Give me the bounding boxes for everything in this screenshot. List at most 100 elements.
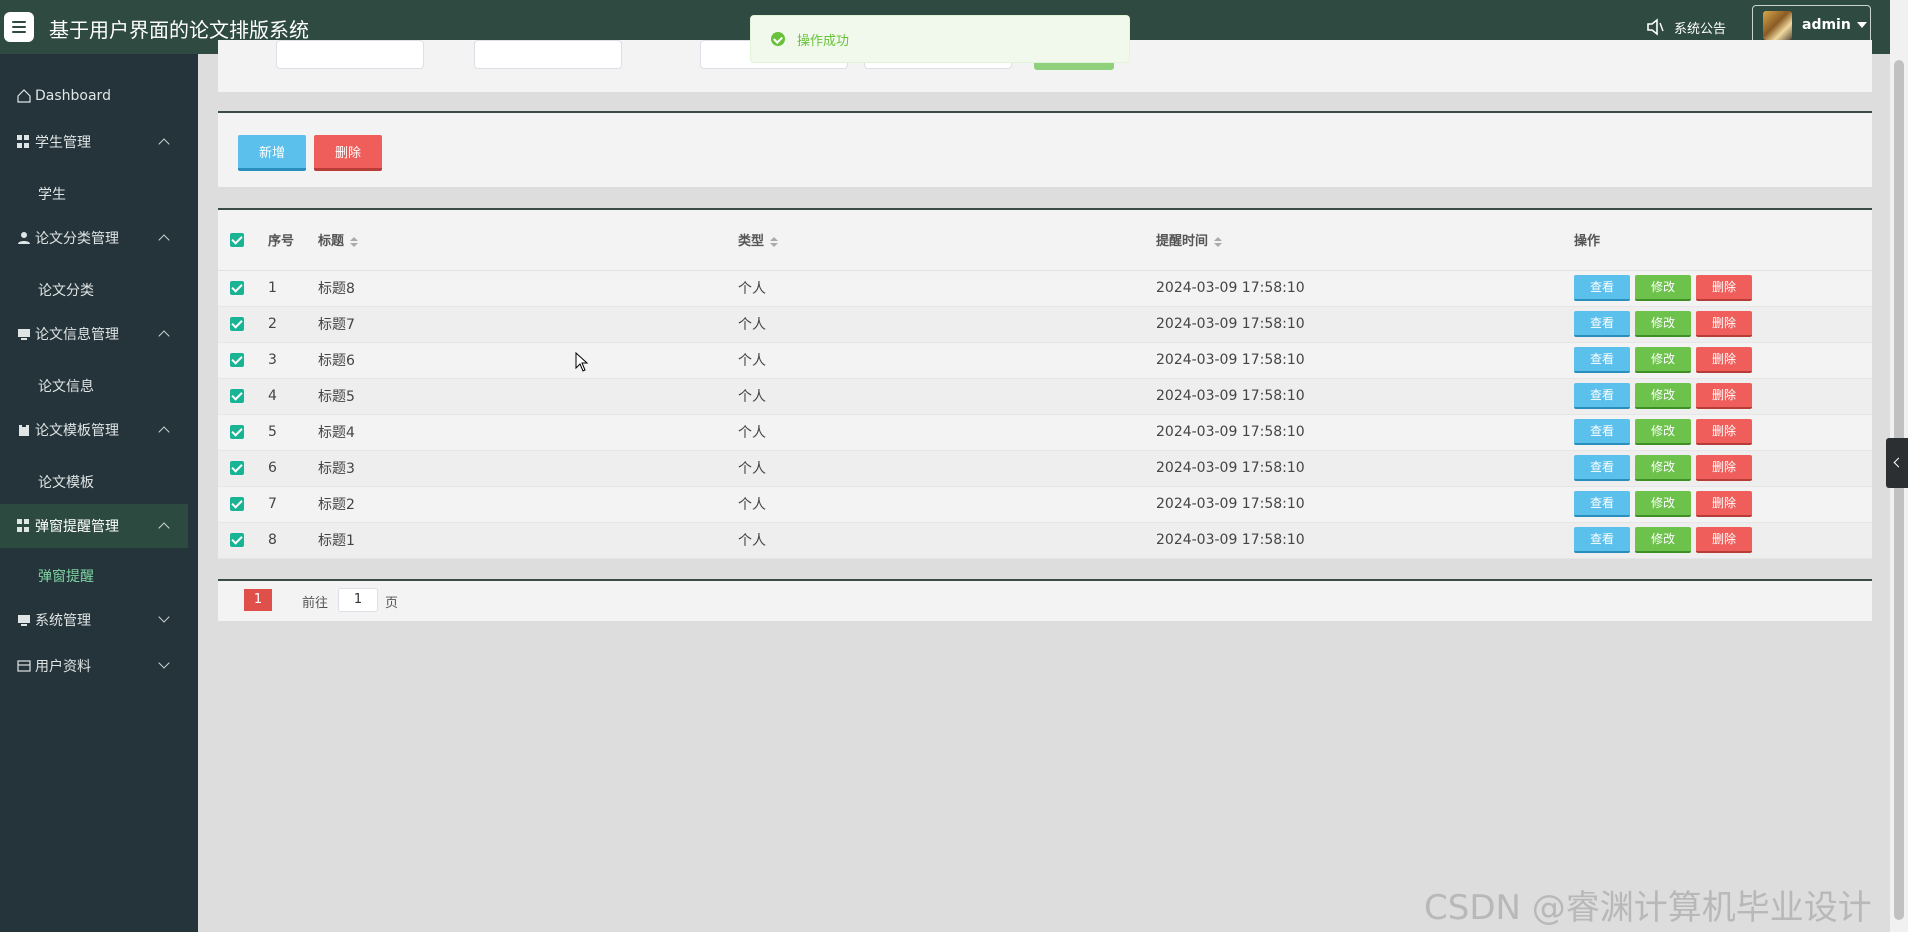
delete-button[interactable]: 删除 bbox=[1696, 527, 1752, 553]
cell-ops: 查看 修改 删除 bbox=[1574, 486, 1872, 523]
sidebar-item-label: 论文分类管理 bbox=[35, 231, 119, 247]
table-row: 2 标题7 个人 2024-03-09 17:58:10 查看 修改 删除 bbox=[218, 306, 1872, 343]
header-type-label: 类型 bbox=[738, 234, 765, 250]
row-checkbox[interactable] bbox=[230, 317, 244, 331]
sidebar-item-template[interactable]: 论文模板 bbox=[0, 462, 188, 502]
table-row: 1 标题8 个人 2024-03-09 17:58:10 查看 修改 删除 bbox=[218, 270, 1872, 307]
cell-title: 标题3 bbox=[318, 450, 738, 487]
cell-ops: 查看 修改 删除 bbox=[1574, 306, 1872, 343]
table-row: 5 标题4 个人 2024-03-09 17:58:10 查看 修改 删除 bbox=[218, 414, 1872, 451]
menu-toggle-button[interactable] bbox=[4, 12, 34, 42]
toast-message: 操作成功 bbox=[797, 33, 850, 49]
cell-type: 个人 bbox=[738, 450, 1156, 487]
sidebar-item-category[interactable]: 论文分类 bbox=[0, 270, 188, 310]
edit-button[interactable]: 修改 bbox=[1635, 347, 1691, 373]
sidebar-item-dashboard[interactable]: Dashboard bbox=[0, 74, 188, 118]
sidebar-item-paper[interactable]: 论文信息 bbox=[0, 366, 188, 406]
table-row: 7 标题2 个人 2024-03-09 17:58:10 查看 修改 删除 bbox=[218, 486, 1872, 523]
cell-index: 3 bbox=[268, 342, 318, 379]
title-search-input[interactable] bbox=[276, 40, 424, 69]
page-number-current[interactable]: 1 bbox=[244, 589, 272, 611]
card-icon bbox=[17, 660, 31, 672]
cell-time: 2024-03-09 17:58:10 bbox=[1156, 414, 1574, 451]
sort-icon bbox=[1214, 236, 1223, 247]
sidebar-item-label: 论文信息管理 bbox=[35, 327, 119, 343]
sidebar-group-popups[interactable]: 弹窗提醒管理 bbox=[0, 504, 188, 548]
page-goto-input[interactable]: 1 bbox=[338, 588, 378, 612]
view-button[interactable]: 查看 bbox=[1574, 275, 1630, 301]
avatar bbox=[1763, 10, 1792, 40]
view-button[interactable]: 查看 bbox=[1574, 311, 1630, 337]
view-button[interactable]: 查看 bbox=[1574, 383, 1630, 409]
sidebar-item-label: 学生管理 bbox=[35, 135, 91, 151]
sidebar-group-categories[interactable]: 论文分类管理 bbox=[0, 216, 188, 260]
system-notice-link[interactable]: 系统公告 bbox=[1646, 15, 1726, 39]
select-all-checkbox[interactable] bbox=[230, 232, 244, 247]
goto-label: 前往 bbox=[302, 596, 329, 611]
sidebar-group-students[interactable]: 学生管理 bbox=[0, 120, 188, 164]
grid-icon bbox=[17, 519, 31, 533]
view-button[interactable]: 查看 bbox=[1574, 491, 1630, 517]
cell-index: 6 bbox=[268, 450, 318, 487]
delete-button[interactable]: 删除 bbox=[1696, 455, 1752, 481]
sidebar-item-popup-reminder[interactable]: 弹窗提醒 bbox=[0, 556, 188, 596]
header-title[interactable]: 标题 bbox=[318, 210, 738, 271]
view-button[interactable]: 查看 bbox=[1574, 347, 1630, 373]
edit-button[interactable]: 修改 bbox=[1635, 275, 1691, 301]
sidebar-group-templates[interactable]: 论文模板管理 bbox=[0, 408, 188, 452]
watermark: CSDN @睿渊计算机毕业设计 bbox=[1424, 888, 1872, 928]
cell-ops: 查看 修改 删除 bbox=[1574, 270, 1872, 307]
sidebar-group-system[interactable]: 系统管理 bbox=[0, 598, 188, 642]
view-button[interactable]: 查看 bbox=[1574, 527, 1630, 553]
cell-type: 个人 bbox=[738, 270, 1156, 307]
success-toast: 操作成功 bbox=[750, 15, 1130, 63]
cell-type: 个人 bbox=[738, 522, 1156, 559]
cell-type: 个人 bbox=[738, 306, 1156, 343]
batch-delete-button[interactable]: 删除 bbox=[314, 135, 382, 171]
cell-ops: 查看 修改 删除 bbox=[1574, 378, 1872, 415]
type-select[interactable] bbox=[474, 40, 622, 69]
delete-button[interactable]: 删除 bbox=[1696, 311, 1752, 337]
delete-button[interactable]: 删除 bbox=[1696, 419, 1752, 445]
edit-button[interactable]: 修改 bbox=[1635, 455, 1691, 481]
row-checkbox[interactable] bbox=[230, 281, 244, 295]
sidebar-group-profile[interactable]: 用户资料 bbox=[0, 644, 188, 688]
cell-index: 8 bbox=[268, 522, 318, 559]
delete-button[interactable]: 删除 bbox=[1696, 347, 1752, 373]
row-checkbox[interactable] bbox=[230, 353, 244, 367]
edit-button[interactable]: 修改 bbox=[1635, 383, 1691, 409]
cell-time: 2024-03-09 17:58:10 bbox=[1156, 486, 1574, 523]
speaker-icon bbox=[1647, 18, 1664, 36]
cell-time: 2024-03-09 17:58:10 bbox=[1156, 522, 1574, 559]
sidebar-item-student[interactable]: 学生 bbox=[0, 174, 188, 214]
view-button[interactable]: 查看 bbox=[1574, 455, 1630, 481]
view-button[interactable]: 查看 bbox=[1574, 419, 1630, 445]
monitor-icon bbox=[18, 329, 30, 340]
delete-button[interactable]: 删除 bbox=[1696, 491, 1752, 517]
edit-button[interactable]: 修改 bbox=[1635, 419, 1691, 445]
user-menu[interactable]: admin bbox=[1752, 5, 1871, 45]
sidebar-group-papers[interactable]: 论文信息管理 bbox=[0, 312, 188, 356]
monitor-icon bbox=[18, 615, 30, 626]
cell-index: 4 bbox=[268, 378, 318, 415]
sidebar: Dashboard 学生管理 学生 论文分类管理 论文分类 论文信息管理 论文信… bbox=[0, 54, 198, 932]
row-checkbox[interactable] bbox=[230, 425, 244, 439]
cell-time: 2024-03-09 17:58:10 bbox=[1156, 342, 1574, 379]
sort-icon bbox=[350, 236, 359, 247]
delete-button[interactable]: 删除 bbox=[1696, 383, 1752, 409]
header-type[interactable]: 类型 bbox=[738, 210, 1156, 271]
edit-button[interactable]: 修改 bbox=[1635, 527, 1691, 553]
caret-down-icon bbox=[1856, 22, 1867, 28]
edit-button[interactable]: 修改 bbox=[1635, 491, 1691, 517]
cell-ops: 查看 修改 删除 bbox=[1574, 342, 1872, 379]
edit-button[interactable]: 修改 bbox=[1635, 311, 1691, 337]
add-button[interactable]: 新增 bbox=[238, 135, 306, 171]
row-checkbox[interactable] bbox=[230, 533, 244, 547]
header-time[interactable]: 提醒时间 bbox=[1156, 210, 1574, 271]
scroll-thumb[interactable] bbox=[1894, 60, 1904, 920]
row-checkbox[interactable] bbox=[230, 461, 244, 475]
delete-button[interactable]: 删除 bbox=[1696, 275, 1752, 301]
row-checkbox[interactable] bbox=[230, 497, 244, 511]
collapse-handle[interactable] bbox=[1886, 438, 1908, 488]
row-checkbox[interactable] bbox=[230, 389, 244, 403]
